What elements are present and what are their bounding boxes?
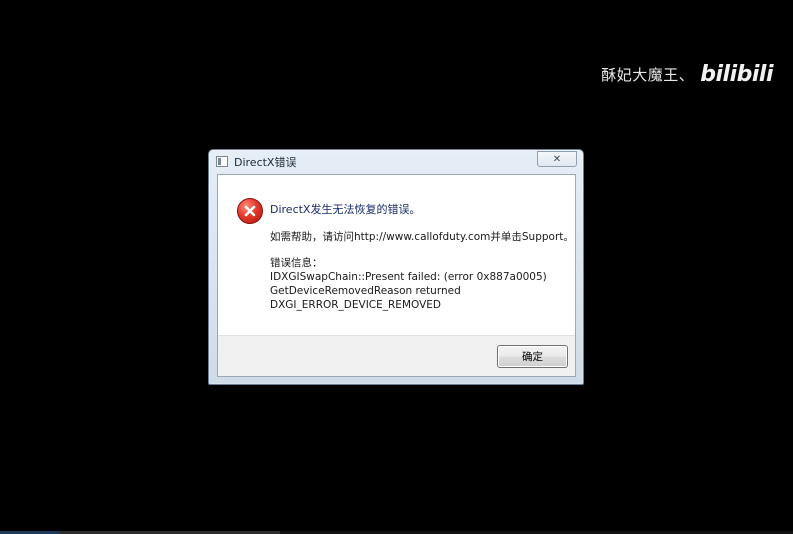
- error-info: 错误信息： IDXGISwapChain::Present failed: (e…: [270, 256, 547, 312]
- main-message: DirectX发生无法恢复的错误。: [270, 203, 421, 216]
- close-button[interactable]: ✕: [537, 151, 577, 167]
- x-mark-icon: [244, 205, 256, 217]
- help-message: 如需帮助，请访问http://www.callofduty.com并单击Supp…: [270, 231, 574, 243]
- error-line: DXGI_ERROR_DEVICE_REMOVED: [270, 299, 441, 311]
- app-icon: [216, 156, 228, 167]
- error-icon: [237, 198, 263, 224]
- dialog-title: DirectX错误: [234, 156, 297, 169]
- error-info-label: 错误信息：: [270, 257, 323, 269]
- dialog-client-area: DirectX发生无法恢复的错误。 如需帮助，请访问http://www.cal…: [217, 174, 576, 377]
- bilibili-logo: bilibili: [700, 62, 773, 87]
- button-bar: 确定: [218, 335, 575, 376]
- error-line: IDXGISwapChain::Present failed: (error 0…: [270, 271, 547, 283]
- directx-error-dialog: DirectX错误 ✕ DirectX发生无法恢复的错误。 如需帮助，请访问ht…: [208, 149, 584, 385]
- watermark-text: 酥妃大魔王、: [601, 66, 695, 84]
- message-area: DirectX发生无法恢复的错误。 如需帮助，请访问http://www.cal…: [218, 175, 575, 335]
- error-line: GetDeviceRemovedReason returned: [270, 285, 461, 297]
- ok-button[interactable]: 确定: [497, 345, 568, 368]
- title-bar[interactable]: DirectX错误 ✕: [209, 150, 583, 174]
- watermark: 酥妃大魔王、 bilibili: [601, 62, 773, 87]
